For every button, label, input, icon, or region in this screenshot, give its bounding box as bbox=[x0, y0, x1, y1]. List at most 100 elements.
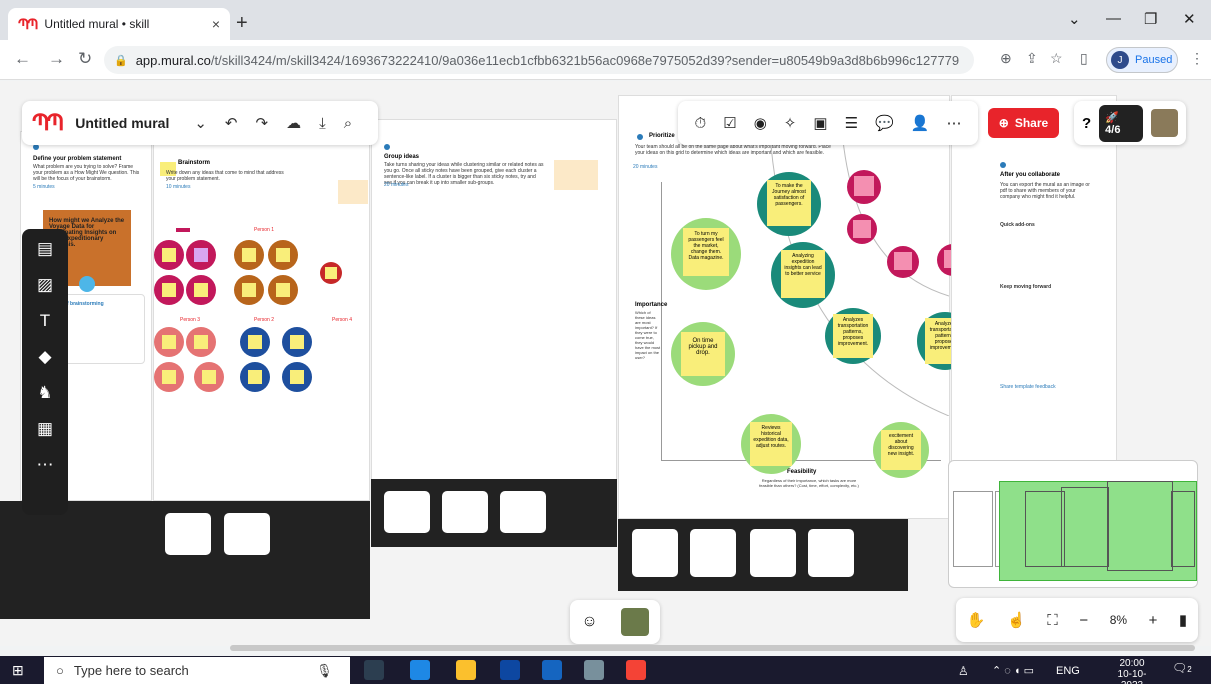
outline-icon[interactable]: ☰ bbox=[845, 114, 858, 132]
forward-arrow-icon[interactable]: → bbox=[48, 49, 65, 69]
undo-icon[interactable]: ↶ bbox=[225, 114, 238, 132]
select-mode-icon[interactable]: ☝ bbox=[1007, 611, 1026, 629]
minimize-button[interactable]: — bbox=[1106, 10, 1121, 27]
minimap[interactable] bbox=[948, 460, 1198, 588]
microphone-icon[interactable]: 🎙 bbox=[316, 663, 333, 679]
side-panel-icon[interactable]: ▯ bbox=[1080, 50, 1088, 67]
voting-icon[interactable]: ☑ bbox=[723, 114, 736, 132]
cloud-saved-icon[interactable]: ☁ bbox=[286, 114, 301, 132]
priority-circle[interactable]: Analyzes transportation patterns, propos… bbox=[825, 308, 881, 364]
app-icon[interactable] bbox=[584, 660, 604, 680]
mail-icon[interactable] bbox=[542, 660, 562, 680]
journey-sticky[interactable]: To make the Journey almost satisfaction … bbox=[767, 180, 811, 226]
priority-circle[interactable] bbox=[887, 246, 919, 278]
text-icon[interactable]: T bbox=[40, 311, 50, 331]
install-app-icon[interactable]: ⊕ bbox=[1000, 50, 1012, 67]
templates-icon[interactable]: ▤ bbox=[37, 239, 53, 259]
user-avatar[interactable] bbox=[1150, 109, 1178, 137]
idea-circle[interactable] bbox=[154, 275, 184, 305]
people-icon[interactable]: ♙ bbox=[958, 664, 969, 678]
template-card[interactable] bbox=[500, 491, 546, 533]
url-field[interactable]: 🔒 app.mural.co/t/skill3424/m/skill3424/1… bbox=[104, 46, 974, 74]
zoom-in-button[interactable]: + bbox=[1149, 612, 1158, 629]
maximize-button[interactable]: ❐ bbox=[1144, 10, 1157, 28]
input-language[interactable]: ENG bbox=[1056, 665, 1080, 677]
edge-icon[interactable] bbox=[410, 660, 430, 680]
chevron-down-icon[interactable]: ⌄ bbox=[194, 114, 207, 132]
priority-circle[interactable]: Reviews historical expedition data, adju… bbox=[741, 414, 801, 474]
idea-circle[interactable] bbox=[240, 327, 270, 357]
participant-avatar[interactable] bbox=[620, 608, 649, 636]
image-icon[interactable]: ▦ bbox=[37, 419, 53, 439]
store-icon[interactable] bbox=[500, 660, 520, 680]
close-tab-icon[interactable]: × bbox=[212, 16, 220, 32]
back-arrow-icon[interactable]: ← bbox=[14, 49, 31, 69]
browser-tab[interactable]: ՊՊ Untitled mural • skill × bbox=[8, 8, 230, 40]
idea-circle[interactable] bbox=[186, 240, 216, 270]
analyzing-sticky[interactable]: Analyzing expedition insights can lead t… bbox=[781, 250, 825, 298]
template-card[interactable] bbox=[690, 529, 736, 577]
tab-search-icon[interactable]: ⌄ bbox=[1068, 10, 1081, 28]
idea-circle[interactable] bbox=[234, 275, 264, 305]
reviews-sticky[interactable]: Reviews historical expedition data, adju… bbox=[750, 422, 792, 466]
facilitator-icon[interactable]: ▣ bbox=[813, 114, 827, 132]
more-tools-icon[interactable]: ⋯ bbox=[37, 455, 54, 475]
chrome-menu-icon[interactable]: ⋮ bbox=[1190, 50, 1204, 67]
idea-circle[interactable] bbox=[320, 262, 342, 284]
more-options-icon[interactable]: ⋯ bbox=[946, 114, 961, 132]
template-card[interactable] bbox=[632, 529, 678, 577]
bookmark-star-icon[interactable]: ☆ bbox=[1050, 50, 1063, 67]
share-button[interactable]: ⊕ Share bbox=[988, 108, 1059, 138]
task-view-icon[interactable] bbox=[364, 660, 384, 680]
timer-icon[interactable]: ⏱ bbox=[695, 115, 707, 132]
idea-circle[interactable] bbox=[186, 275, 216, 305]
idea-circle[interactable] bbox=[282, 327, 312, 357]
reload-icon[interactable]: ↻ bbox=[78, 49, 92, 69]
shapes-icon[interactable]: ◆ bbox=[38, 347, 51, 367]
comments-icon[interactable]: 💬 bbox=[875, 114, 894, 132]
analyze1-sticky[interactable]: Analyzes transportation patterns, propos… bbox=[833, 314, 873, 358]
private-mode-icon[interactable]: ◉ bbox=[754, 114, 767, 132]
priority-circle[interactable]: On time pickup and drop. bbox=[671, 322, 735, 386]
chrome-icon[interactable] bbox=[626, 660, 646, 680]
idea-circle[interactable] bbox=[268, 275, 298, 305]
idea-circle[interactable] bbox=[268, 240, 298, 270]
horizontal-scrollbar[interactable] bbox=[230, 645, 1195, 651]
share-page-icon[interactable]: ⇪ bbox=[1026, 50, 1038, 67]
template-card[interactable] bbox=[808, 529, 854, 577]
turning-sticky[interactable]: To turn my passengers feel the market, c… bbox=[683, 228, 729, 276]
template-card[interactable] bbox=[384, 491, 430, 533]
minimap-toggle-icon[interactable]: ▮ bbox=[1179, 611, 1187, 629]
redo-icon[interactable]: ↷ bbox=[256, 114, 269, 132]
windows-start-icon[interactable]: ⊞ bbox=[12, 662, 24, 679]
idea-circle[interactable] bbox=[154, 362, 184, 392]
notifications-icon[interactable]: 🗨2 bbox=[1172, 661, 1192, 675]
idea-circle[interactable] bbox=[154, 240, 184, 270]
taskbar-search[interactable]: ○ Type here to search 🎙 bbox=[44, 657, 350, 684]
mural-logo-icon[interactable]: ՊՊ bbox=[32, 110, 64, 136]
excitement-sticky[interactable]: excitement about discovering new insight… bbox=[881, 430, 921, 470]
priority-circle[interactable]: Analyzing expedition insights can lead t… bbox=[771, 242, 835, 308]
help-icon[interactable]: ? bbox=[1082, 115, 1091, 132]
smiley-icon[interactable]: ☺ bbox=[581, 613, 597, 631]
ontime-sticky[interactable]: On time pickup and drop. bbox=[681, 332, 725, 376]
idea-circle[interactable] bbox=[240, 362, 270, 392]
search-icon[interactable]: ⌕ bbox=[344, 115, 352, 132]
template-card[interactable] bbox=[224, 513, 270, 555]
idea-circle[interactable] bbox=[186, 327, 216, 357]
clock[interactable]: 20:00 10-10-2023 bbox=[1108, 658, 1156, 684]
template-card[interactable] bbox=[750, 529, 796, 577]
priority-circle[interactable] bbox=[847, 214, 877, 244]
template-card[interactable] bbox=[165, 513, 211, 555]
priority-circle[interactable]: To turn my passengers feel the market, c… bbox=[671, 218, 741, 290]
mural-title[interactable]: Untitled mural bbox=[75, 115, 169, 131]
template-card[interactable] bbox=[442, 491, 488, 533]
new-tab-button[interactable]: + bbox=[236, 12, 248, 35]
icons-llama-icon[interactable]: ♞ bbox=[37, 383, 52, 403]
tray-icons[interactable]: ⌃ ◌ ◖ ▭ bbox=[992, 664, 1034, 677]
zoom-out-button[interactable]: − bbox=[1079, 612, 1088, 629]
fit-screen-icon[interactable]: ⛶ bbox=[1047, 612, 1058, 629]
idea-circle[interactable] bbox=[154, 327, 184, 357]
idea-circle[interactable] bbox=[234, 240, 264, 270]
onboarding-progress-button[interactable]: 🚀 4/6 bbox=[1099, 104, 1143, 142]
